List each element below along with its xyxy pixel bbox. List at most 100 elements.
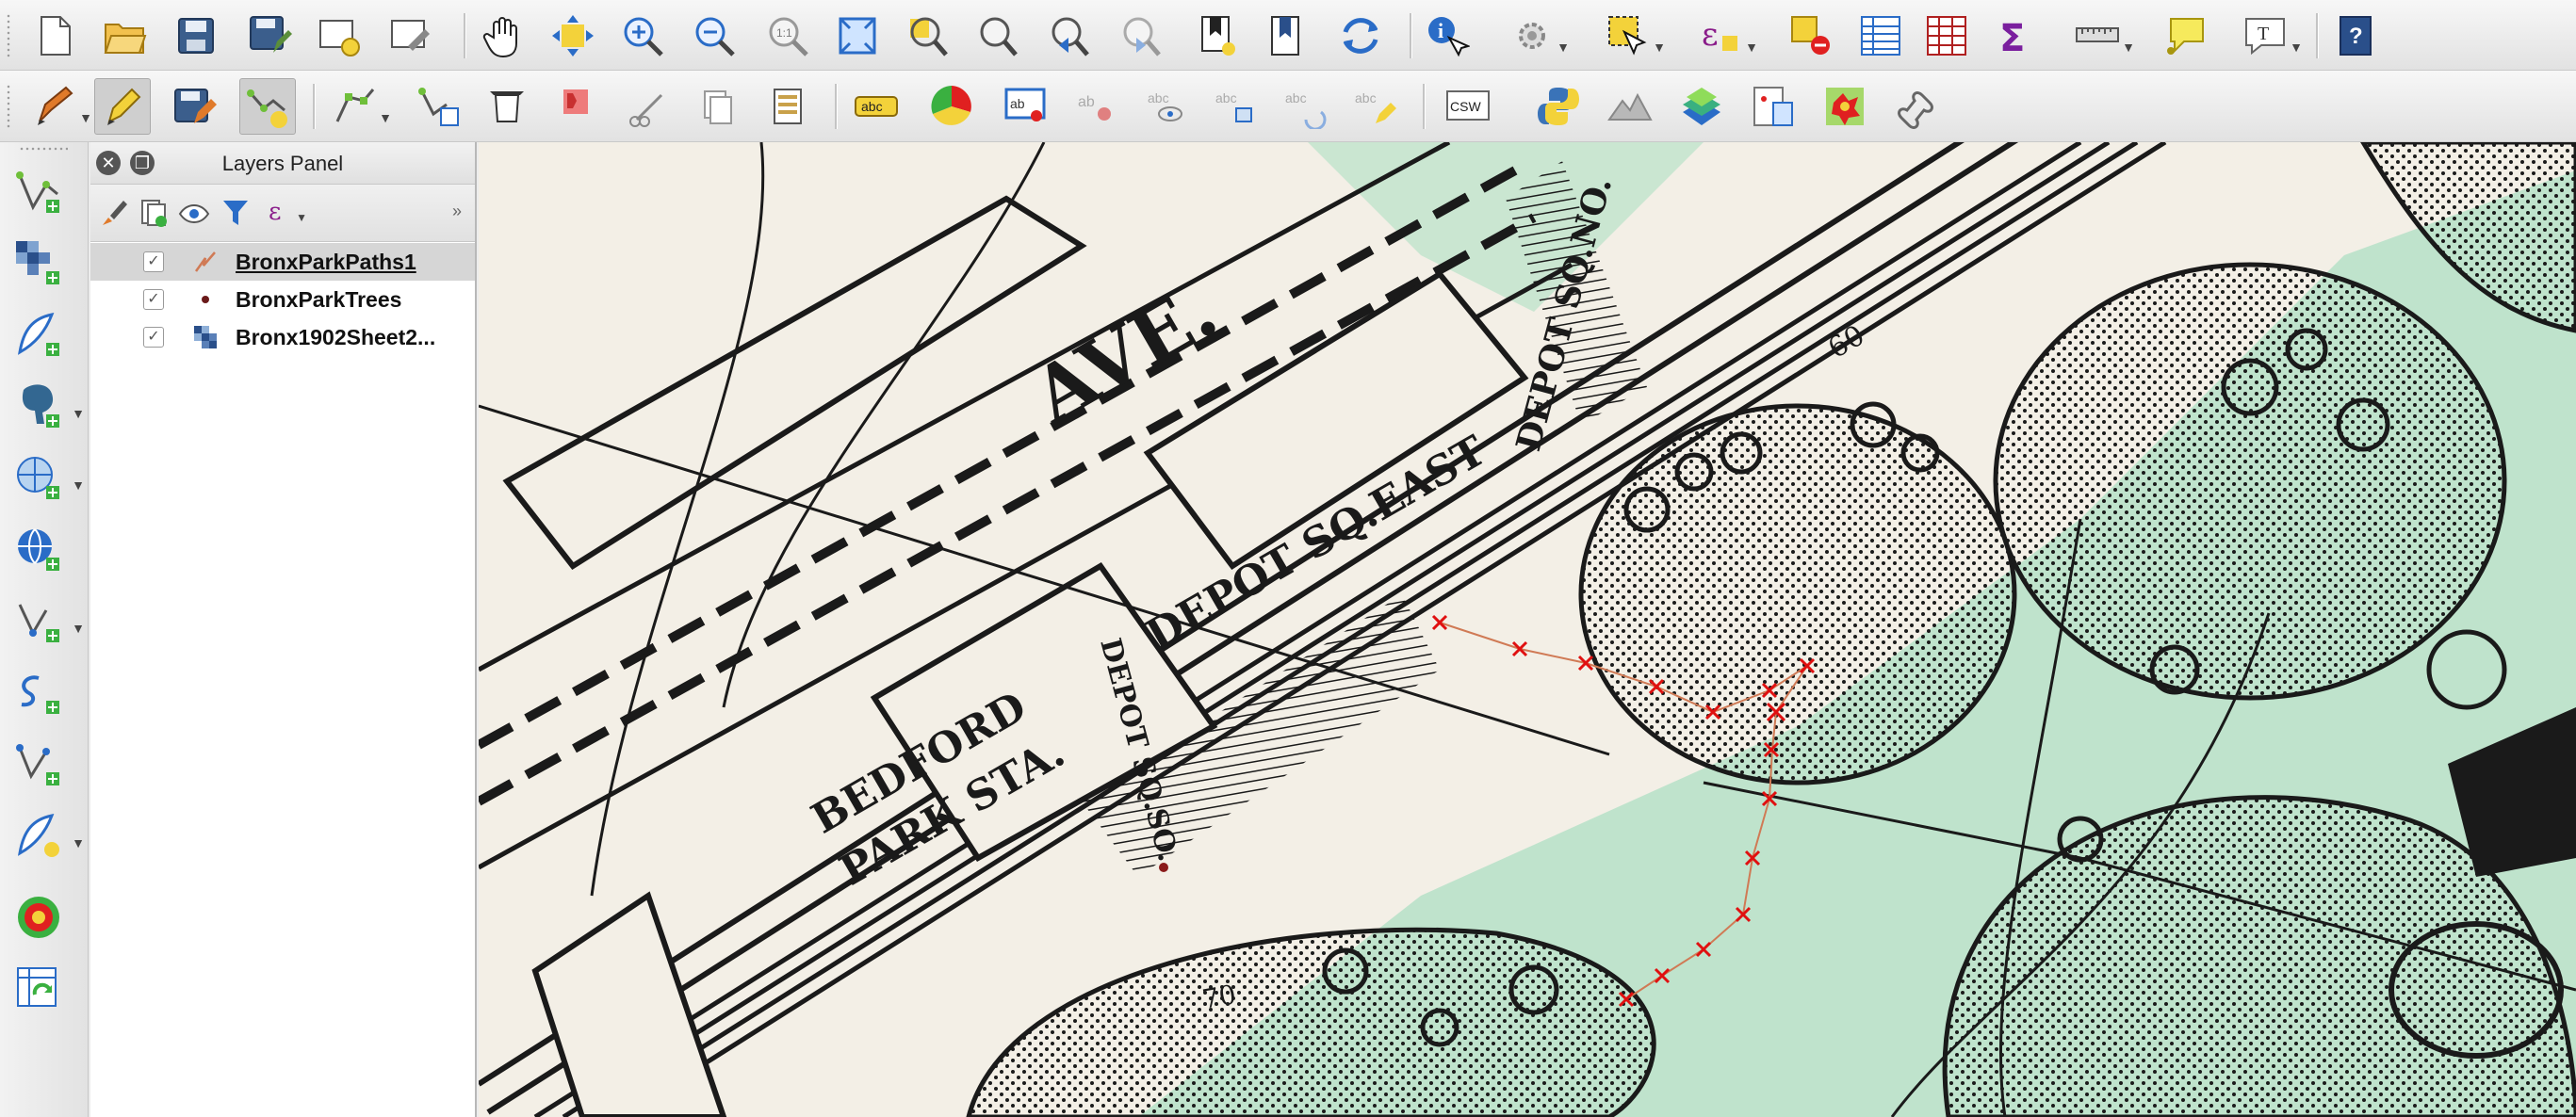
raster-layer-icon: [194, 326, 217, 348]
rotate-label-icon[interactable]: abc: [1138, 78, 1195, 135]
select-features-icon[interactable]: ▼: [1600, 8, 1666, 64]
add-mssql-icon[interactable]: ▼: [8, 591, 85, 653]
zoom-to-layer-icon[interactable]: [969, 8, 1025, 64]
map-label-elevation-60: 60: [1823, 319, 1871, 365]
add-vector-layer-icon[interactable]: [8, 161, 70, 223]
zoom-native-icon[interactable]: 1:1: [759, 8, 816, 64]
svg-text:ab: ab: [1078, 94, 1095, 110]
layer-row-raster[interactable]: ✓ Bronx1902Sheet2...: [90, 318, 475, 356]
new-project-icon[interactable]: [26, 8, 83, 64]
zoom-out-icon[interactable]: [686, 8, 742, 64]
delete-selected-icon[interactable]: [479, 78, 535, 135]
toolbar-handle[interactable]: [6, 84, 11, 129]
expression-select-icon[interactable]: ε ▼: [1692, 8, 1758, 64]
copy-features-icon[interactable]: [618, 78, 675, 135]
layer-visibility-checkbox[interactable]: ✓: [143, 251, 164, 272]
composer-manager-icon[interactable]: [383, 8, 439, 64]
zoom-to-selection-icon[interactable]: [899, 8, 955, 64]
new-print-composer-icon[interactable]: [311, 8, 367, 64]
text-annotation-icon[interactable]: T ▼: [2237, 8, 2303, 64]
save-project-icon[interactable]: [168, 8, 224, 64]
statistics-icon[interactable]: Σ: [1988, 8, 2045, 64]
csw-icon[interactable]: CSW: [1440, 78, 1496, 135]
label-rotate-icon[interactable]: abc: [1278, 78, 1334, 135]
refresh-layers-icon[interactable]: [8, 958, 70, 1020]
diagram-icon[interactable]: abc: [848, 78, 905, 135]
toolbar-separator: [464, 13, 466, 58]
filter-legend-icon[interactable]: [215, 194, 256, 232]
manage-visibility-icon[interactable]: [173, 194, 215, 232]
layer-row-trees[interactable]: ✓ BronxParkTrees: [90, 281, 475, 318]
show-bookmarks-icon[interactable]: [1259, 8, 1315, 64]
panel-title: Layers Panel: [221, 152, 344, 175]
map-canvas[interactable]: AVE. DEPOT SQ.EAST DEPOT SQ.NO. DEPOT SQ…: [479, 142, 2576, 1117]
georeferencer-icon[interactable]: [1745, 78, 1802, 135]
whats-this-icon[interactable]: ?: [2327, 8, 2384, 64]
tree-point-marker[interactable]: [1159, 863, 1168, 872]
open-project-icon[interactable]: [96, 8, 153, 64]
current-edits-icon[interactable]: ▼: [26, 78, 92, 135]
zoom-next-icon[interactable]: [1112, 8, 1168, 64]
layers-panel-toolbar: ε ▼ »: [90, 185, 475, 242]
layer-name: Bronx1902Sheet2...: [236, 325, 436, 349]
add-wms-icon[interactable]: [8, 519, 70, 581]
label-icon[interactable]: [759, 78, 816, 135]
attribute-table-icon[interactable]: [1852, 8, 1909, 64]
heatmap-icon[interactable]: [8, 886, 70, 948]
cut-features-icon[interactable]: [548, 78, 605, 135]
svg-text:CSW: CSW: [1450, 99, 1481, 114]
gps-tools-icon[interactable]: [1888, 78, 1945, 135]
pan-icon[interactable]: [475, 8, 531, 64]
move-feature-icon[interactable]: [411, 78, 467, 135]
add-spatialite-icon[interactable]: ▼: [8, 447, 85, 510]
layer-visibility-checkbox[interactable]: ✓: [143, 327, 164, 348]
add-delimited-text-icon[interactable]: [8, 304, 70, 366]
save-as-icon[interactable]: [241, 8, 298, 64]
change-label-icon[interactable]: abc: [1208, 78, 1264, 135]
add-group-icon[interactable]: [132, 194, 173, 232]
add-postgis-icon[interactable]: ▼: [8, 376, 85, 438]
zoom-in-icon[interactable]: [614, 8, 671, 64]
toolbar-handle[interactable]: [6, 13, 11, 58]
save-edits-icon[interactable]: [166, 78, 222, 135]
toggle-editing-icon[interactable]: [94, 78, 151, 135]
zoom-full-icon[interactable]: [829, 8, 886, 64]
add-raster-layer-icon[interactable]: [8, 233, 70, 295]
new-bookmark-icon[interactable]: [1189, 8, 1246, 64]
svg-text:abc: abc: [1355, 90, 1377, 105]
toolbar-extension-chevron-icon[interactable]: »: [452, 202, 462, 221]
terrain-icon[interactable]: [1602, 78, 1658, 135]
layer-row-paths[interactable]: ✓ BronxParkPaths1: [90, 243, 475, 281]
map-image[interactable]: AVE. DEPOT SQ.EAST DEPOT SQ.NO. DEPOT SQ…: [479, 142, 2576, 1117]
select-icon[interactable]: ▼: [1504, 8, 1570, 64]
svg-text:abc: abc: [1215, 90, 1237, 105]
heatmap-plugin-icon[interactable]: [1817, 78, 1873, 135]
refresh-icon[interactable]: [1332, 8, 1389, 64]
label-edit-icon[interactable]: abc: [1347, 78, 1404, 135]
pan-to-selection-icon[interactable]: [545, 8, 601, 64]
add-wfs-icon[interactable]: [8, 734, 70, 796]
add-feature-icon[interactable]: [239, 78, 296, 135]
add-oracle-icon[interactable]: [8, 662, 70, 724]
map-tips-icon[interactable]: [2158, 8, 2214, 64]
svg-text:abc: abc: [1148, 90, 1169, 105]
styling-brush-icon[interactable]: [92, 194, 134, 232]
field-calculator-icon[interactable]: [1918, 8, 1975, 64]
toolbar-handle[interactable]: [19, 146, 68, 152]
identify-icon[interactable]: i: [1419, 8, 1475, 64]
node-tool-icon[interactable]: ▼: [326, 78, 392, 135]
measure-icon[interactable]: ▼: [2069, 8, 2135, 64]
show-hide-labels-icon[interactable]: ab: [999, 78, 1055, 135]
filter-by-expression-icon[interactable]: ε ▼: [260, 194, 307, 232]
pin-labels-icon[interactable]: [923, 78, 980, 135]
new-shapefile-icon[interactable]: ▼: [8, 805, 85, 867]
layers-panel: ✕ ❐ Layers Panel ε ▼ » ✓ BronxParkPaths1 …: [90, 142, 477, 1117]
deselect-icon[interactable]: [1783, 8, 1839, 64]
python-console-icon[interactable]: [1530, 78, 1587, 135]
layer-styling-icon[interactable]: [1673, 78, 1730, 135]
move-label-icon[interactable]: ab: [1068, 78, 1125, 135]
paste-features-icon[interactable]: [690, 78, 746, 135]
zoom-last-icon[interactable]: [1040, 8, 1097, 64]
toolbar-separator: [1423, 84, 1426, 129]
layer-visibility-checkbox[interactable]: ✓: [143, 289, 164, 310]
